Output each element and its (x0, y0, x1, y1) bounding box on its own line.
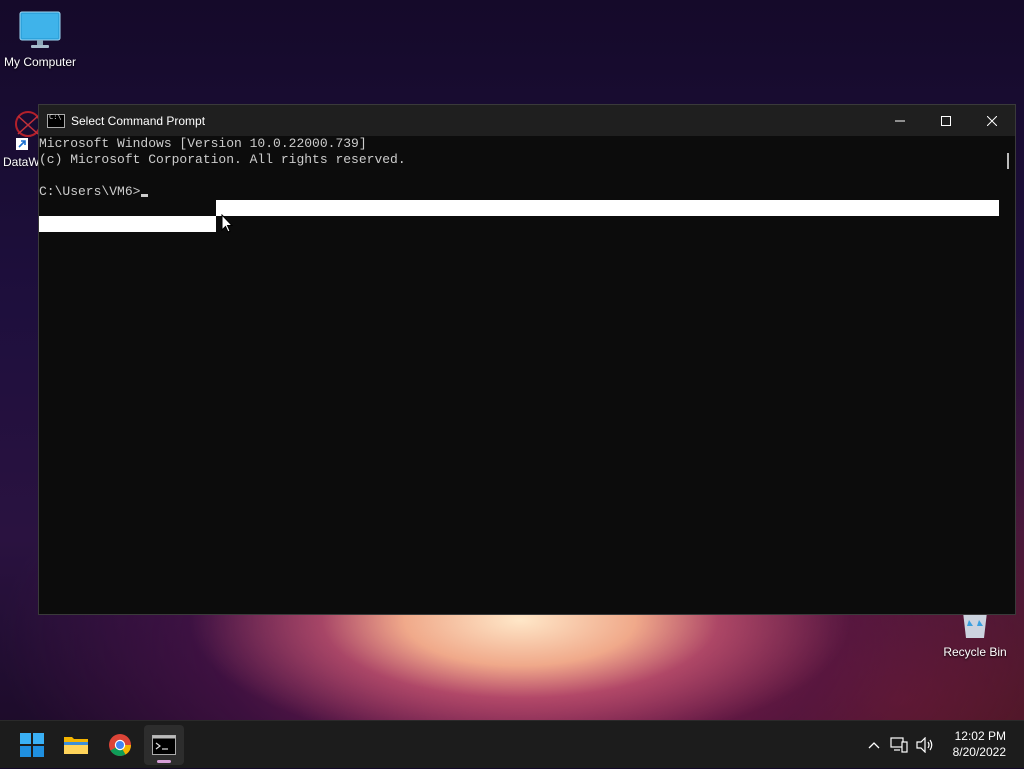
clock-time: 12:02 PM (954, 729, 1006, 743)
system-tray (862, 721, 938, 769)
text-selection-highlight (39, 216, 216, 232)
title-bar[interactable]: Select Command Prompt (39, 105, 1015, 136)
text-selection-highlight (216, 200, 999, 216)
taskbar-chrome[interactable] (100, 725, 140, 765)
start-button[interactable] (12, 725, 52, 765)
taskbar: 12:02 PM 8/20/2022 (0, 720, 1024, 768)
minimize-button[interactable] (877, 105, 923, 136)
desktop-icon-label: DataW (3, 155, 40, 169)
clock-date: 8/20/2022 (952, 745, 1006, 759)
chrome-icon (109, 734, 131, 756)
window-title: Select Command Prompt (71, 113, 206, 128)
text-cursor (141, 194, 149, 197)
windows-start-icon (20, 733, 44, 757)
scrollbar-thumb[interactable] (1007, 153, 1009, 169)
cmd-icon (47, 113, 65, 128)
volume-button[interactable] (912, 737, 938, 753)
show-hidden-icons-button[interactable] (862, 741, 886, 749)
minimize-icon (895, 120, 905, 121)
console-output[interactable]: Microsoft Windows [Version 10.0.22000.73… (39, 136, 1015, 614)
folder-icon (64, 737, 88, 754)
close-icon (987, 115, 997, 126)
desktop-icon-my-computer[interactable]: My Computer (0, 10, 80, 69)
mouse-pointer-icon (221, 214, 233, 233)
cmd-icon (152, 735, 176, 755)
console-prompt-line: C:\Users\VM6> (39, 184, 1015, 200)
monitor-icon (19, 11, 61, 48)
active-app-indicator (157, 760, 171, 763)
network-button[interactable] (886, 737, 912, 753)
chevron-up-icon (868, 742, 880, 749)
desktop-icon-label: My Computer (3, 55, 77, 69)
maximize-icon (941, 115, 951, 126)
console-line: Microsoft Windows [Version 10.0.22000.73… (39, 136, 367, 151)
desktop-icon-recycle-bin[interactable]: Recycle Bin (935, 612, 1015, 659)
close-button[interactable] (969, 105, 1015, 136)
taskbar-file-explorer[interactable] (56, 725, 96, 765)
console-prompt: C:\Users\VM6> (39, 184, 141, 199)
taskbar-clock[interactable]: 12:02 PM 8/20/2022 (953, 728, 1006, 760)
desktop-icon-label: Recycle Bin (943, 645, 1007, 659)
shortcut-app-icon (15, 111, 40, 150)
taskbar-command-prompt[interactable] (144, 725, 184, 765)
maximize-button[interactable] (923, 105, 969, 136)
command-prompt-window[interactable]: Select Command Prompt Microsoft Windows … (38, 104, 1016, 615)
volume-icon (916, 737, 933, 753)
network-icon (890, 737, 908, 753)
recycle-bin-icon (963, 612, 987, 638)
desktop-icon-dataw[interactable]: DataW (0, 110, 40, 169)
console-line: (c) Microsoft Corporation. All rights re… (39, 152, 406, 167)
